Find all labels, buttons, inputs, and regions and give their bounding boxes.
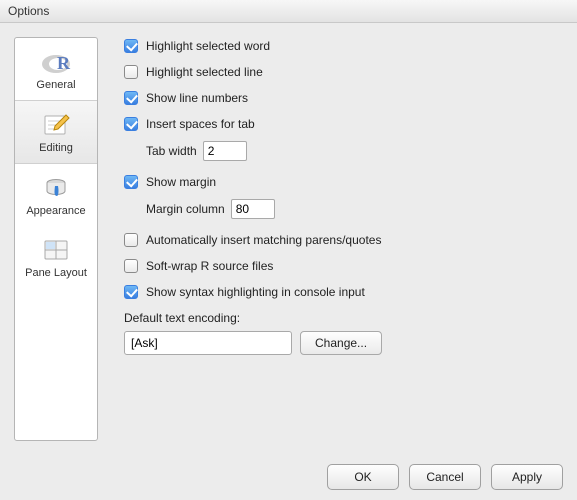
checkbox-label: Show syntax highlighting in console inpu… [146, 285, 365, 299]
show-line-numbers-checkbox[interactable] [124, 91, 138, 105]
editing-options-panel: Highlight selected word Highlight select… [98, 37, 565, 441]
console-syntax-highlight-checkbox[interactable] [124, 285, 138, 299]
cancel-button[interactable]: Cancel [409, 464, 481, 490]
svg-text:R: R [57, 53, 71, 73]
options-dialog: Options R General Editing Appearance [0, 0, 577, 500]
apply-button[interactable]: Apply [491, 464, 563, 490]
margin-column-input[interactable] [231, 199, 275, 219]
pane-layout-icon [40, 235, 72, 265]
dialog-footer: OK Cancel Apply [0, 454, 577, 500]
checkbox-label: Show margin [146, 175, 216, 189]
change-encoding-button[interactable]: Change... [300, 331, 382, 355]
checkbox-label: Highlight selected word [146, 39, 270, 53]
sidebar-item-label: Appearance [26, 205, 85, 217]
highlight-selected-word-checkbox[interactable] [124, 39, 138, 53]
sidebar-item-editing[interactable]: Editing [15, 100, 97, 164]
soft-wrap-checkbox[interactable] [124, 259, 138, 273]
checkbox-label: Insert spaces for tab [146, 117, 255, 131]
paint-bucket-icon [40, 173, 72, 203]
category-sidebar: R General Editing Appearance P [14, 37, 98, 441]
dialog-body: R General Editing Appearance P [0, 23, 577, 441]
auto-match-parens-checkbox[interactable] [124, 233, 138, 247]
sidebar-item-pane-layout[interactable]: Pane Layout [15, 226, 97, 288]
margin-column-label: Margin column [146, 202, 225, 216]
insert-spaces-for-tab-checkbox[interactable] [124, 117, 138, 131]
r-logo-icon: R [40, 47, 72, 77]
sidebar-item-label: General [36, 79, 75, 91]
sidebar-item-general[interactable]: R General [15, 38, 97, 100]
show-margin-checkbox[interactable] [124, 175, 138, 189]
pencil-note-icon [40, 110, 72, 140]
default-text-encoding-label: Default text encoding: [124, 311, 555, 325]
tab-width-input[interactable] [203, 141, 247, 161]
ok-button[interactable]: OK [327, 464, 399, 490]
default-text-encoding-input[interactable] [124, 331, 292, 355]
checkbox-label: Automatically insert matching parens/quo… [146, 233, 381, 247]
highlight-selected-line-checkbox[interactable] [124, 65, 138, 79]
tab-width-label: Tab width [146, 144, 197, 158]
checkbox-label: Show line numbers [146, 91, 248, 105]
sidebar-item-appearance[interactable]: Appearance [15, 164, 97, 226]
checkbox-label: Highlight selected line [146, 65, 263, 79]
sidebar-item-label: Editing [39, 142, 73, 154]
sidebar-item-label: Pane Layout [25, 267, 87, 279]
checkbox-label: Soft-wrap R source files [146, 259, 273, 273]
dialog-title: Options [0, 0, 577, 23]
